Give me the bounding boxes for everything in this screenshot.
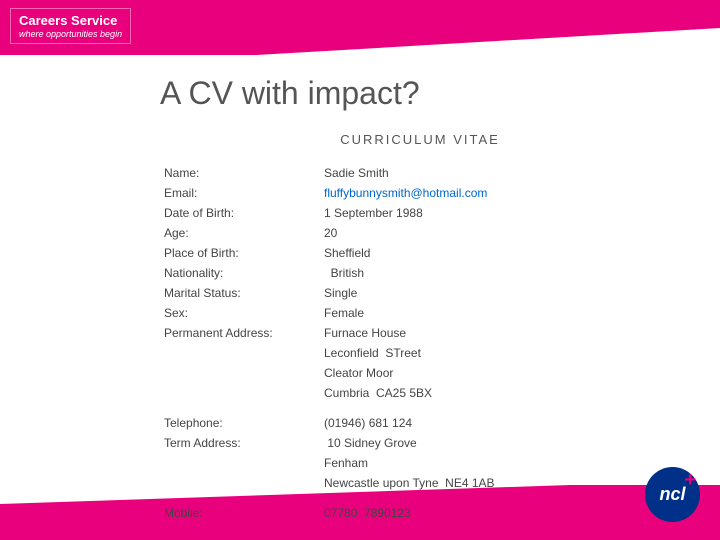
field-value: Newcastle upon Tyne NE4 1AB bbox=[320, 473, 680, 493]
ncl-logo-text: ncl bbox=[659, 484, 685, 505]
field-label: Nationality: bbox=[160, 263, 320, 283]
logo-title: Careers Service bbox=[19, 13, 122, 29]
field-label bbox=[160, 473, 320, 493]
cv-heading: CURRICULUM VITAE bbox=[160, 132, 680, 147]
table-row: Marital Status: Single bbox=[160, 283, 680, 303]
email-link[interactable]: fluffybunnysmith@hotmail.com bbox=[324, 186, 487, 200]
table-row: Place of Birth: Sheffield bbox=[160, 243, 680, 263]
field-label: Place of Birth: bbox=[160, 243, 320, 263]
field-value: (01946) 681 124 bbox=[320, 413, 680, 433]
logo-subtitle: where opportunities begin bbox=[19, 29, 122, 39]
field-value: Sadie Smith bbox=[320, 163, 680, 183]
field-label: Mobile: bbox=[160, 503, 320, 523]
field-value: Leconfield STreet bbox=[320, 343, 680, 363]
field-value: Single bbox=[320, 283, 680, 303]
field-label: Name: bbox=[160, 163, 320, 183]
field-label bbox=[160, 383, 320, 403]
table-row: Date of Birth: 1 September 1988 bbox=[160, 203, 680, 223]
field-label bbox=[160, 363, 320, 383]
table-row: Name: Sadie Smith bbox=[160, 163, 680, 183]
spacer-row bbox=[160, 403, 680, 413]
table-row: Term Address: 10 Sidney Grove bbox=[160, 433, 680, 453]
table-row: Fenham bbox=[160, 453, 680, 473]
field-value: fluffybunnysmith@hotmail.com bbox=[320, 183, 680, 203]
field-label: Email: bbox=[160, 183, 320, 203]
field-label bbox=[160, 453, 320, 473]
field-value: 1 September 1988 bbox=[320, 203, 680, 223]
spacer-row bbox=[160, 493, 680, 503]
table-row: Telephone: (01946) 681 124 bbox=[160, 413, 680, 433]
table-row: Cumbria CA25 5BX bbox=[160, 383, 680, 403]
field-label bbox=[160, 343, 320, 363]
table-row: Leconfield STreet bbox=[160, 343, 680, 363]
page-title: A CV with impact? bbox=[40, 75, 680, 112]
field-label: Date of Birth: bbox=[160, 203, 320, 223]
table-row: Mobile: 07780 7890123 bbox=[160, 503, 680, 523]
field-value: Cumbria CA25 5BX bbox=[320, 383, 680, 403]
field-value: 07780 7890123 bbox=[320, 503, 680, 523]
table-row: Permanent Address: Furnace House bbox=[160, 323, 680, 343]
field-label: Marital Status: bbox=[160, 283, 320, 303]
field-label: Age: bbox=[160, 223, 320, 243]
table-row: Sex: Female bbox=[160, 303, 680, 323]
ncl-logo-plus: + bbox=[684, 469, 696, 492]
field-label: Permanent Address: bbox=[160, 323, 320, 343]
careers-service-logo: Careers Service where opportunities begi… bbox=[10, 8, 131, 44]
cv-table: Name: Sadie Smith Email: fluffybunnysmit… bbox=[160, 163, 680, 523]
table-row: Age: 20 bbox=[160, 223, 680, 243]
field-value: Cleator Moor bbox=[320, 363, 680, 383]
ncl-logo: ncl + bbox=[645, 467, 700, 522]
table-row: Newcastle upon Tyne NE4 1AB bbox=[160, 473, 680, 493]
table-row: Cleator Moor bbox=[160, 363, 680, 383]
field-value: Furnace House bbox=[320, 323, 680, 343]
field-value: 10 Sidney Grove bbox=[320, 433, 680, 453]
field-label: Sex: bbox=[160, 303, 320, 323]
field-value: Fenham bbox=[320, 453, 680, 473]
website-url: www.ncl.ac.uk/careers bbox=[15, 518, 133, 530]
cv-section: CURRICULUM VITAE Name: Sadie Smith Email… bbox=[160, 132, 680, 523]
main-content: A CV with impact? CURRICULUM VITAE Name:… bbox=[0, 55, 720, 485]
field-value: 20 bbox=[320, 223, 680, 243]
table-row: Email: fluffybunnysmith@hotmail.com bbox=[160, 183, 680, 203]
field-value: British bbox=[320, 263, 680, 283]
table-row: Nationality: British bbox=[160, 263, 680, 283]
field-value: Sheffield bbox=[320, 243, 680, 263]
field-label: Term Address: bbox=[160, 433, 320, 453]
field-value: Female bbox=[320, 303, 680, 323]
field-label: Telephone: bbox=[160, 413, 320, 433]
